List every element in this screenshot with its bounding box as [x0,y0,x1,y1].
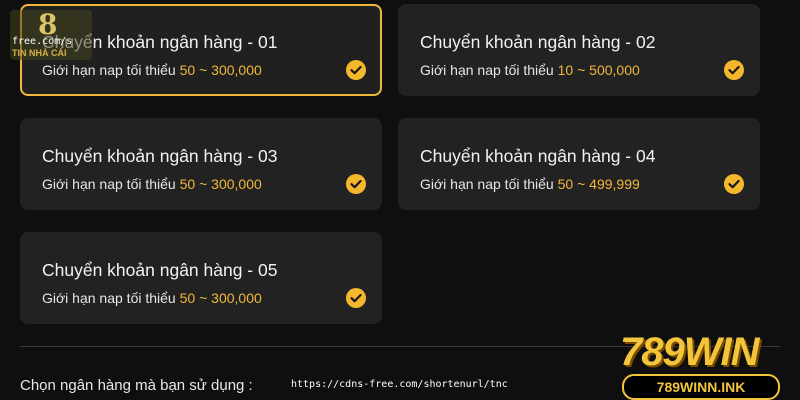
limit-max: 300,000 [211,176,262,192]
limit-max: 499,999 [589,176,640,192]
bank-option-title: Chuyển khoản ngân hàng - 02 [420,32,656,52]
limit-separator: ~ [199,290,208,306]
bank-option-02[interactable]: Chuyển khoản ngân hàng - 02 Giới hạn nap… [398,4,760,96]
bank-option-title: Chuyển khoản ngân hàng - 04 [420,146,656,166]
bank-option-limit: Giới hạn nap tối thiểu 50 ~ 300,000 [42,62,262,78]
limit-min: 10 [557,62,574,78]
select-bank-label: Chọn ngân hàng mà bạn sử dụng : [20,377,253,394]
check-circle-icon [724,174,744,194]
check-circle-icon [346,174,366,194]
limit-separator: ~ [199,62,208,78]
bank-option-04[interactable]: Chuyển khoản ngân hàng - 04 Giới hạn nap… [398,118,760,210]
limit-max: 300,000 [211,62,262,78]
check-circle-icon [724,60,744,80]
bank-option-limit: Giới hạn nap tối thiểu 50 ~ 300,000 [42,290,262,306]
bank-option-title: Chuyển khoản ngân hàng - 03 [42,146,278,166]
watermark-logo-name: TIN NHÀ CÁI [12,48,67,58]
limit-label: Giới hạn nap tối thiểu [420,176,554,192]
watermark-logo-text: free.com/s [12,36,73,47]
limit-max: 500,000 [589,62,640,78]
limit-separator: ~ [577,62,586,78]
brand-site-badge: 789WINN.INK [622,374,780,400]
limit-min: 50 [179,290,196,306]
bank-option-05[interactable]: Chuyển khoản ngân hàng - 05 Giới hạn nap… [20,232,382,324]
limit-label: Giới hạn nap tối thiểu [42,176,176,192]
limit-label: Giới hạn nap tối thiểu [42,62,176,78]
bank-option-limit: Giới hạn nap tối thiểu 10 ~ 500,000 [420,62,640,78]
limit-label: Giới hạn nap tối thiểu [420,62,554,78]
brand-logo-text: 789WIN [620,330,759,374]
check-circle-icon [346,60,366,80]
brand-logo: 789WIN 789WINN.INK [618,330,784,400]
limit-min: 50 [179,62,196,78]
limit-min: 50 [557,176,574,192]
bank-option-title: Chuyển khoản ngân hàng - 05 [42,260,278,280]
bank-option-limit: Giới hạn nap tối thiểu 50 ~ 300,000 [42,176,262,192]
limit-min: 50 [179,176,196,192]
limit-separator: ~ [577,176,586,192]
check-circle-icon [346,288,366,308]
bank-option-limit: Giới hạn nap tối thiểu 50 ~ 499,999 [420,176,640,192]
bank-option-03[interactable]: Chuyển khoản ngân hàng - 03 Giới hạn nap… [20,118,382,210]
limit-separator: ~ [199,176,208,192]
watermark-logo: 8 free.com/s TIN NHÀ CÁI [10,10,92,60]
limit-label: Giới hạn nap tối thiểu [42,290,176,306]
watermark-url: https://cdns-free.com/shortenurl/tnc [291,379,508,390]
limit-max: 300,000 [211,290,262,306]
